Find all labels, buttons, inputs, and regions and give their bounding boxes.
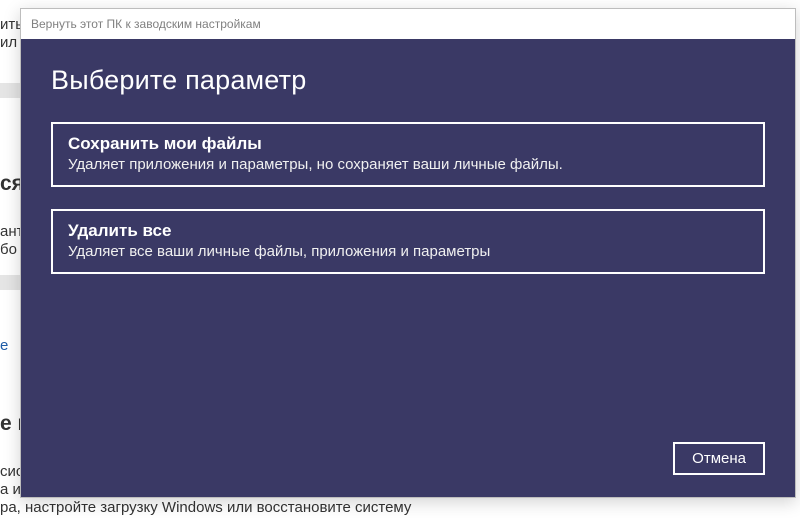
modal-titlebar: Вернуть этот ПК к заводским настройкам <box>21 9 795 39</box>
option-description: Удаляет приложения и параметры, но сохра… <box>68 156 748 173</box>
modal-window-title: Вернуть этот ПК к заводским настройкам <box>31 17 261 31</box>
bg-text: ил <box>0 33 17 53</box>
option-keep-files[interactable]: Сохранить мои файлы Удаляет приложения и… <box>51 122 765 187</box>
modal-heading: Выберите параметр <box>51 65 765 96</box>
option-title: Сохранить мои файлы <box>68 134 748 154</box>
option-remove-everything[interactable]: Удалить все Удаляет все ваши личные файл… <box>51 209 765 274</box>
bg-text: а и <box>0 480 21 500</box>
reset-pc-modal: Вернуть этот ПК к заводским настройкам В… <box>20 8 796 498</box>
bg-text: бо <box>0 240 17 260</box>
option-description: Удаляет все ваши личные файлы, приложени… <box>68 243 748 260</box>
option-title: Удалить все <box>68 221 748 241</box>
modal-body: Выберите параметр Сохранить мои файлы Уд… <box>21 39 795 497</box>
cancel-button[interactable]: Отмена <box>673 442 765 475</box>
bg-text: ра, настройте загрузку Windows или восст… <box>0 498 411 518</box>
bg-link[interactable]: е <box>0 336 8 356</box>
modal-footer: Отмена <box>673 442 765 475</box>
